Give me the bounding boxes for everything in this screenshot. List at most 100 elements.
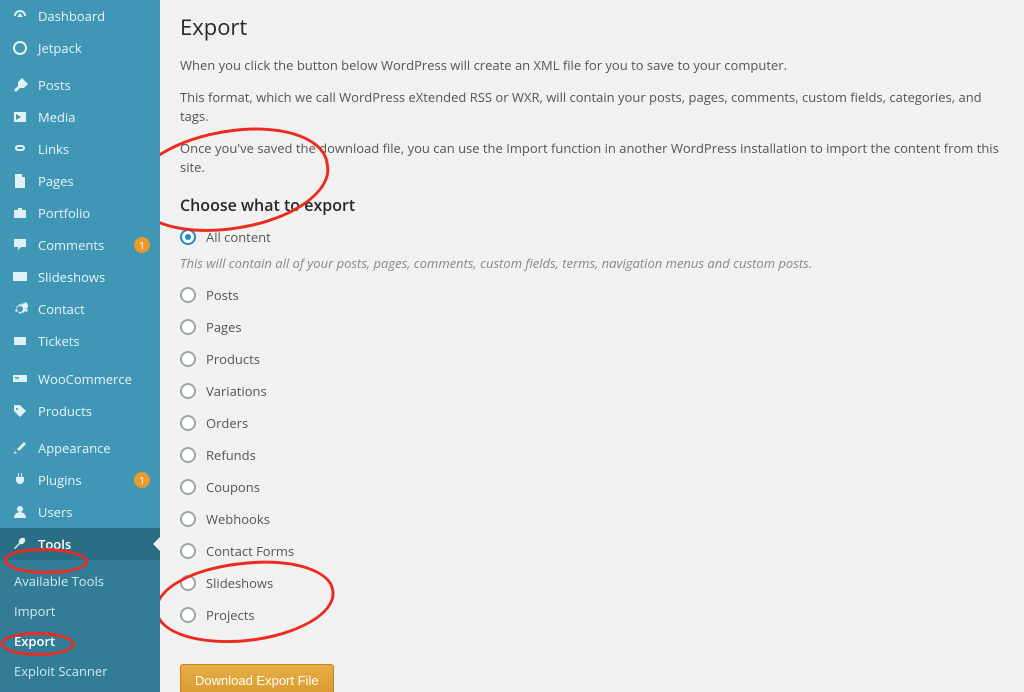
- wrench-icon: [10, 536, 30, 552]
- radio-label: Orders: [206, 414, 248, 432]
- submenu-item-import[interactable]: Import: [0, 596, 160, 626]
- sidebar-item-label: Tickets: [38, 332, 150, 350]
- sidebar-item-contact[interactable]: Contact: [0, 293, 160, 325]
- sidebar-item-jetpack[interactable]: Jetpack: [0, 32, 160, 64]
- sidebar-item-label: WooCommerce: [38, 370, 150, 388]
- plug-icon: [10, 472, 30, 488]
- radio-label: Variations: [206, 382, 267, 400]
- intro-paragraph-1: When you click the button below WordPres…: [180, 56, 1004, 76]
- gauge-icon: [10, 8, 30, 24]
- user-icon: [10, 504, 30, 520]
- sidebar-item-label: Products: [38, 402, 150, 420]
- radio-icon: [180, 479, 196, 495]
- admin-sidebar: Dashboard Jetpack Posts Media Links Pages Port…: [0, 0, 160, 692]
- tools-submenu: Available ToolsImportExportExploit Scann…: [0, 560, 160, 692]
- sidebar-item-label: Users: [38, 503, 150, 521]
- download-export-button[interactable]: Download Export File: [180, 664, 334, 692]
- sidebar-item-label: Pages: [38, 172, 150, 190]
- export-option-posts[interactable]: Posts: [180, 286, 1004, 304]
- sidebar-item-slideshows[interactable]: Slideshows: [0, 261, 160, 293]
- export-option-pages[interactable]: Pages: [180, 318, 1004, 336]
- sidebar-item-label: Comments: [38, 236, 130, 254]
- brush-icon: [10, 440, 30, 456]
- sidebar-item-label: Portfolio: [38, 204, 150, 222]
- badge: 1: [134, 472, 150, 488]
- export-options: All contentThis will contain all of your…: [180, 228, 1004, 624]
- sidebar-item-tickets[interactable]: Tickets: [0, 325, 160, 357]
- intro-paragraph-3: Once you've saved the download file, you…: [180, 139, 1004, 178]
- slides-icon: [10, 269, 30, 285]
- badge: 1: [134, 237, 150, 253]
- radio-icon: [180, 575, 196, 591]
- radio-label: All content: [206, 228, 271, 246]
- sidebar-item-dashboard[interactable]: Dashboard: [0, 0, 160, 32]
- submenu-item-exploit-scanner[interactable]: Exploit Scanner: [0, 656, 160, 686]
- radio-icon: [180, 351, 196, 367]
- briefcase-icon: [10, 205, 30, 221]
- page-title: Export: [180, 12, 1004, 42]
- export-option-orders[interactable]: Orders: [180, 414, 1004, 432]
- radio-icon: [180, 511, 196, 527]
- sidebar-item-products[interactable]: Products: [0, 395, 160, 427]
- radio-label: Posts: [206, 286, 239, 304]
- sidebar-item-media[interactable]: Media: [0, 101, 160, 133]
- sidebar-item-label: Tools: [38, 535, 150, 553]
- woo-icon: [10, 371, 30, 387]
- export-option-coupons[interactable]: Coupons: [180, 478, 1004, 496]
- radio-icon: [180, 229, 196, 245]
- circle-icon: [10, 40, 30, 56]
- gear-icon: [10, 301, 30, 317]
- export-option-variations[interactable]: Variations: [180, 382, 1004, 400]
- main-content: Export When you click the button below W…: [160, 0, 1024, 692]
- sidebar-item-label: Dashboard: [38, 7, 150, 25]
- sidebar-item-plugins[interactable]: Plugins1: [0, 464, 160, 496]
- submenu-item-export[interactable]: Export: [0, 626, 160, 656]
- export-option-products[interactable]: Products: [180, 350, 1004, 368]
- export-option-webhooks[interactable]: Webhooks: [180, 510, 1004, 528]
- sidebar-item-label: Posts: [38, 76, 150, 94]
- radio-icon: [180, 415, 196, 431]
- sidebar-item-label: Slideshows: [38, 268, 150, 286]
- radio-icon: [180, 607, 196, 623]
- radio-icon: [180, 319, 196, 335]
- media-icon: [10, 109, 30, 125]
- intro-paragraph-2: This format, which we call WordPress eXt…: [180, 88, 1004, 127]
- radio-icon: [180, 447, 196, 463]
- tag-icon: [10, 403, 30, 419]
- pin-icon: [10, 77, 30, 93]
- link-icon: [10, 141, 30, 157]
- sidebar-item-users[interactable]: Users: [0, 496, 160, 528]
- sidebar-item-tools[interactable]: Tools: [0, 528, 160, 560]
- sidebar-item-label: Appearance: [38, 439, 150, 457]
- radio-label: Refunds: [206, 446, 256, 464]
- radio-label: Contact Forms: [206, 542, 294, 560]
- sidebar-item-label: Plugins: [38, 471, 130, 489]
- sidebar-item-woocommerce[interactable]: WooCommerce: [0, 363, 160, 395]
- sidebar-item-pages[interactable]: Pages: [0, 165, 160, 197]
- sidebar-item-links[interactable]: Links: [0, 133, 160, 165]
- radio-label: Pages: [206, 318, 242, 336]
- radio-label: Webhooks: [206, 510, 270, 528]
- page-icon: [10, 173, 30, 189]
- sidebar-item-appearance[interactable]: Appearance: [0, 432, 160, 464]
- export-option-projects[interactable]: Projects: [180, 606, 1004, 624]
- radio-icon: [180, 543, 196, 559]
- export-option-contact-forms[interactable]: Contact Forms: [180, 542, 1004, 560]
- comment-icon: [10, 237, 30, 253]
- sidebar-item-label: Media: [38, 108, 150, 126]
- export-option-all-content[interactable]: All content: [180, 228, 1004, 246]
- export-option-slideshows[interactable]: Slideshows: [180, 574, 1004, 592]
- radio-label: Slideshows: [206, 574, 273, 592]
- sidebar-item-comments[interactable]: Comments1: [0, 229, 160, 261]
- sidebar-item-posts[interactable]: Posts: [0, 69, 160, 101]
- sidebar-item-portfolio[interactable]: Portfolio: [0, 197, 160, 229]
- export-option-refunds[interactable]: Refunds: [180, 446, 1004, 464]
- radio-label: Products: [206, 350, 260, 368]
- sidebar-item-label: Links: [38, 140, 150, 158]
- radio-icon: [180, 287, 196, 303]
- radio-label: Projects: [206, 606, 255, 624]
- ticket-icon: [10, 333, 30, 349]
- radio-icon: [180, 383, 196, 399]
- section-title: Choose what to export: [180, 194, 1004, 216]
- submenu-item-available-tools[interactable]: Available Tools: [0, 566, 160, 596]
